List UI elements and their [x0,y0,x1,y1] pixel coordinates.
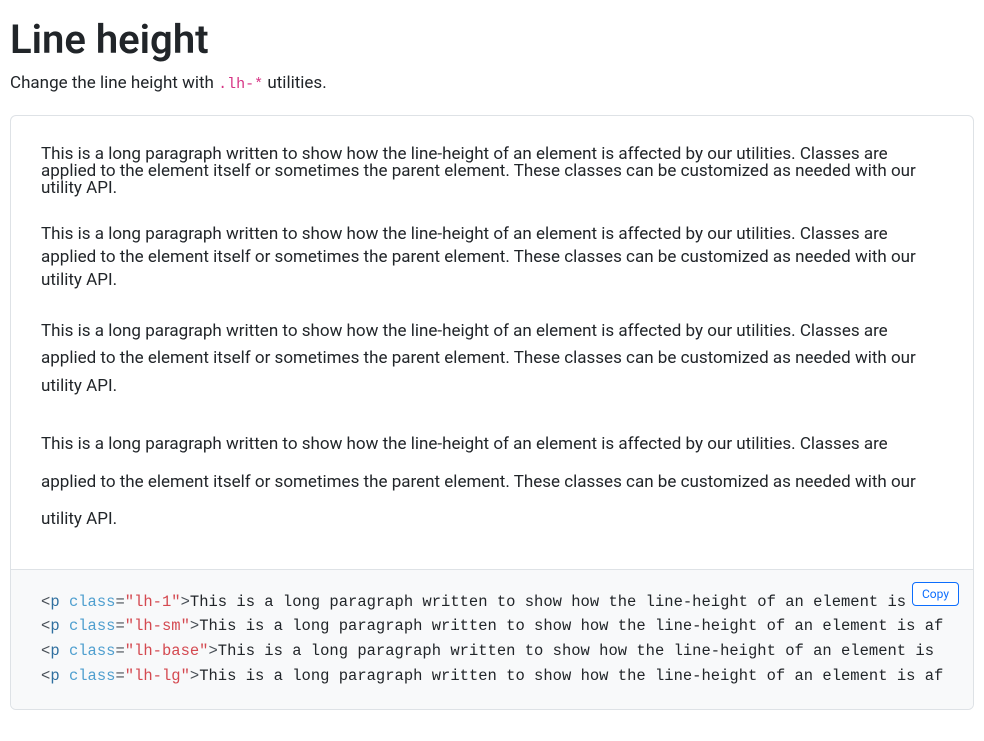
lead-before: Change the line height with [10,73,218,93]
example-preview: This is a long paragraph written to show… [11,116,973,569]
code-block: Copy <p class="lh-1">This is a long para… [11,569,973,709]
sample-paragraph-lh-base: This is a long paragraph written to show… [41,318,943,401]
sample-paragraph-lh-sm: This is a long paragraph written to show… [41,223,943,292]
example-container: This is a long paragraph written to show… [10,115,974,710]
sample-paragraph-lh-lg: This is a long paragraph written to show… [41,426,943,538]
inline-code: .lh-* [218,76,263,93]
sample-paragraph-lh-1: This is a long paragraph written to show… [41,146,943,197]
page-title: Line height [10,16,974,63]
lead-text: Change the line height with .lh-* utilit… [10,73,974,93]
copy-button[interactable]: Copy [912,582,959,606]
code-pre: <p class="lh-1">This is a long paragraph… [41,590,943,689]
lead-after: utilities. [263,73,327,93]
